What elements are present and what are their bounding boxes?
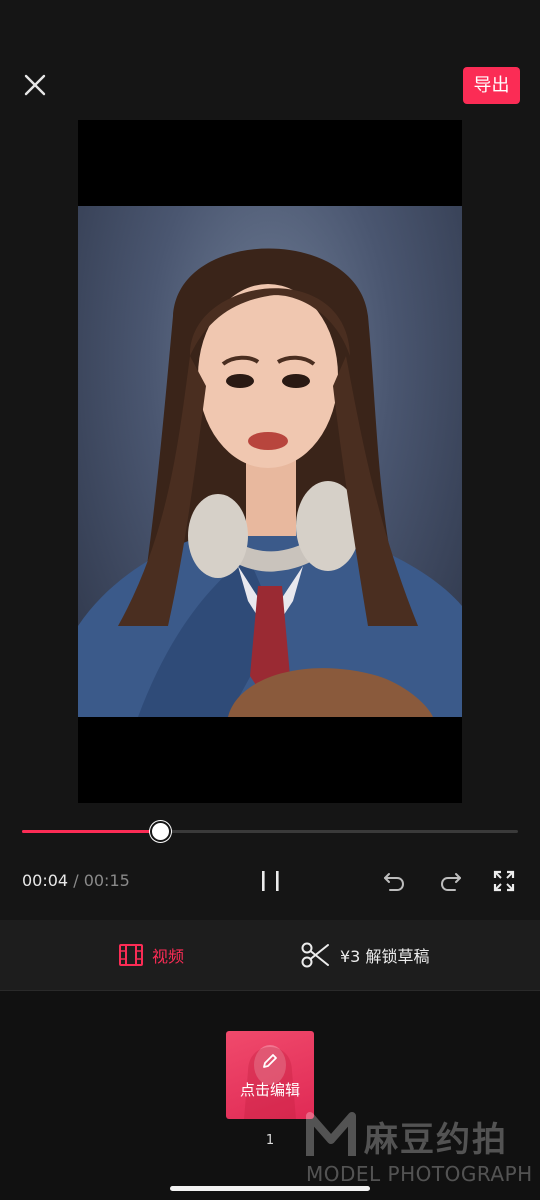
redo-button[interactable] [435,866,465,896]
editor-screen: 导出 00:04 / 00:15 视频 ¥3 解锁草稿 点击编辑 1 麻豆约拍 … [0,0,540,1200]
video-tab-label: 视频 [152,947,185,966]
pause-icon [262,871,279,891]
home-indicator [170,1186,370,1191]
film-icon [119,944,143,966]
unlock-draft-label: ¥3 解锁草稿 [340,947,430,966]
close-button[interactable] [20,70,50,100]
progress-thumb[interactable] [150,821,172,842]
pencil-icon [263,1054,277,1068]
portrait-image [78,248,462,717]
watermark: 麻豆约拍 MODEL PHOTOGRAPH [306,1112,536,1192]
watermark-logo [306,1112,356,1156]
time-separator: / [73,871,79,890]
video-tab[interactable]: 视频 [118,940,184,970]
clip-index: 1 [265,1133,275,1148]
watermark-brand-en: MODEL PHOTOGRAPH [306,1162,533,1186]
progress-track[interactable] [22,821,518,842]
unlock-draft-button[interactable]: ¥3 解锁草稿 [300,938,429,972]
export-button[interactable]: 导出 [463,67,520,104]
video-preview[interactable] [78,120,462,803]
current-time: 00:04 [22,871,69,890]
clip-thumbnail[interactable]: 点击编辑 [226,1031,314,1119]
undo-button[interactable] [380,866,410,896]
time-readout: 00:04 / 00:15 [22,871,130,890]
clip-portrait-image [244,1045,296,1119]
duration-time: 00:15 [83,871,130,890]
scissors-icon [301,942,329,968]
close-icon [24,74,46,96]
undo-icon [384,873,405,891]
fullscreen-icon [493,870,515,892]
fullscreen-button[interactable] [489,866,519,896]
redo-icon [440,873,461,891]
clip-edit-label: 点击编辑 [239,1081,300,1099]
watermark-brand-cn: 麻豆约拍 [364,1120,508,1160]
pause-button[interactable] [256,866,286,896]
preview-photo [78,206,462,717]
progress-fill [22,830,160,833]
bottom-toolbar: 视频 ¥3 解锁草稿 [0,920,540,991]
